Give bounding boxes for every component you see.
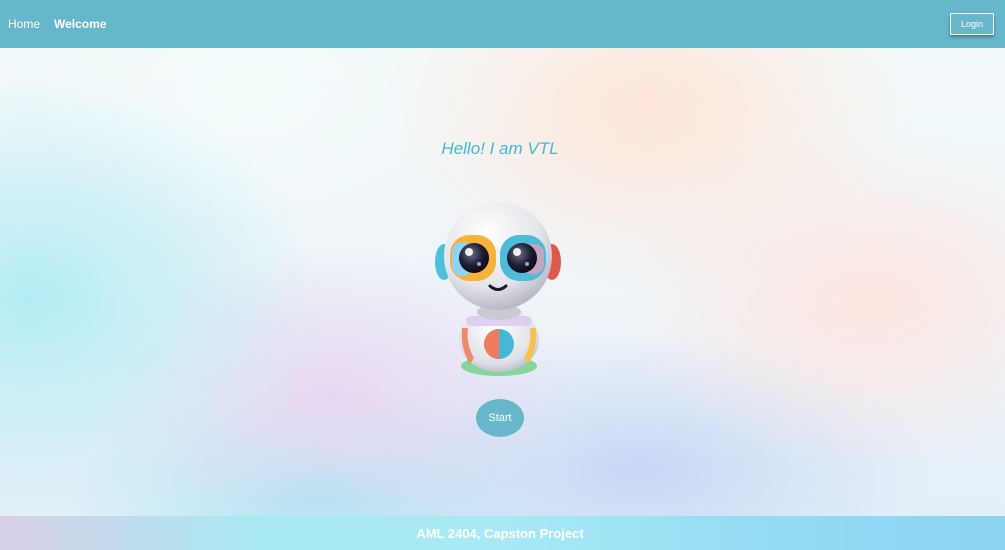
nav-link-welcome[interactable]: Welcome: [54, 17, 106, 31]
greeting-heading: Hello! I am VTL: [441, 139, 559, 158]
start-button[interactable]: Start: [476, 399, 524, 437]
footer-text: AML 2404, Capston Project: [416, 525, 584, 541]
login-button[interactable]: Login: [950, 13, 994, 35]
top-navbar: Home Welcome Login: [0, 0, 1005, 48]
footer-bar: AML 2404, Capston Project: [0, 516, 1005, 550]
robot-mascot-image: [435, 202, 561, 376]
welcome-page: Home Welcome Login Hello! I am VTL Start…: [0, 0, 1005, 550]
nav-link-home[interactable]: Home: [8, 17, 40, 31]
